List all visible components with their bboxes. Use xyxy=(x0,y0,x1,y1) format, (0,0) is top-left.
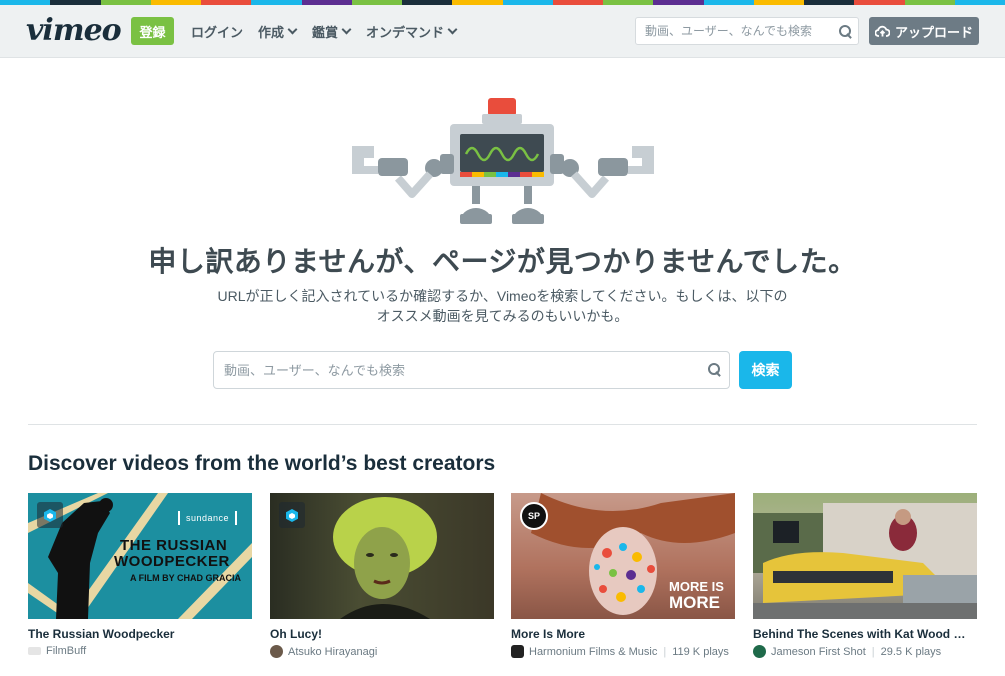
video-card[interactable]: Oh Lucy! Atsuko Hirayanagi xyxy=(270,493,494,658)
section-divider xyxy=(28,424,977,425)
upload-button[interactable]: アップロード xyxy=(869,17,979,45)
video-card[interactable]: MORE IS MORE SP More Is More Harmonium F… xyxy=(511,493,735,658)
video-card[interactable]: Behind The Scenes with Kat Wood @ J... J… xyxy=(753,493,977,658)
cloud-upload-icon xyxy=(874,25,890,37)
header-search-box xyxy=(635,17,859,45)
nav-watch-label: 鑑賞 xyxy=(312,24,339,40)
nav-watch[interactable]: 鑑賞 xyxy=(312,5,352,57)
staff-pick-badge xyxy=(37,502,63,528)
cube-icon xyxy=(286,508,298,522)
main-search-box xyxy=(213,351,730,389)
creator-avatar[interactable] xyxy=(753,645,766,658)
creator-avatar[interactable] xyxy=(28,647,41,655)
discover-heading: Discover videos from the world’s best cr… xyxy=(28,452,496,475)
cube-icon xyxy=(44,508,56,522)
header-search-input[interactable] xyxy=(636,18,826,44)
error-title: 申し訳ありませんが、ページが見つかりませんでした。 xyxy=(148,246,857,277)
robot-illustration xyxy=(352,98,654,224)
creator-name[interactable]: FilmBuff xyxy=(46,645,86,657)
video-title[interactable]: Behind The Scenes with Kat Wood @ J... xyxy=(753,627,977,641)
play-count: 29.5 K plays xyxy=(880,645,942,658)
search-button[interactable]: 検索 xyxy=(739,351,792,389)
thumbnail-title-line1: THE RUSSIAN xyxy=(120,537,228,554)
creator-avatar[interactable] xyxy=(511,645,524,658)
chevron-down-icon xyxy=(447,24,458,34)
thumbnail-title-line2: WOODPECKER xyxy=(114,553,230,570)
upload-label: アップロード xyxy=(894,24,973,40)
thumbnail-title-line1: MORE IS xyxy=(669,579,724,594)
chevron-down-icon xyxy=(341,24,352,34)
video-thumbnail[interactable]: sundance THE RUSSIAN WOODPECKER A FILM B… xyxy=(28,493,252,619)
thumbnail-sundance-logo: sundance xyxy=(178,511,238,525)
nav-on-demand-label: オンデマンド xyxy=(366,24,445,40)
nav-login-label: ログイン xyxy=(191,24,244,40)
staff-pick-seal: SP xyxy=(520,502,548,530)
creator-name[interactable]: Atsuko Hirayanagi xyxy=(288,646,377,658)
vimeo-logo[interactable]: vimeo xyxy=(26,13,122,48)
video-thumbnail[interactable] xyxy=(753,493,977,619)
creator-avatar[interactable] xyxy=(270,645,283,658)
top-header: vimeo 登録 ログイン 作成 鑑賞 オンデマンド アップロード xyxy=(0,5,1005,58)
video-title[interactable]: More Is More xyxy=(511,627,735,641)
video-meta: Harmonium Films & Music | 119 K plays xyxy=(511,645,735,658)
video-thumbnail[interactable] xyxy=(270,493,494,619)
creator-name[interactable]: Jameson First Shot xyxy=(771,646,866,658)
siren-light xyxy=(488,98,516,116)
nav-create-label: 作成 xyxy=(258,24,285,40)
video-meta: Jameson First Shot | 29.5 K plays xyxy=(753,645,977,658)
meta-separator: | xyxy=(871,645,875,658)
staff-pick-badge xyxy=(279,502,305,528)
nav-create[interactable]: 作成 xyxy=(258,5,298,57)
main-search-input[interactable] xyxy=(214,352,684,388)
video-thumbnail[interactable]: MORE IS MORE SP xyxy=(511,493,735,619)
creator-name[interactable]: Harmonium Films & Music xyxy=(529,646,657,658)
nav-on-demand[interactable]: オンデマンド xyxy=(366,5,458,57)
register-button[interactable]: 登録 xyxy=(131,17,174,45)
chevron-down-icon xyxy=(287,24,298,34)
play-count: 119 K plays xyxy=(672,645,729,658)
video-card-grid: sundance THE RUSSIAN WOODPECKER A FILM B… xyxy=(28,493,978,663)
video-title[interactable]: Oh Lucy! xyxy=(270,627,494,641)
thumbnail-title-line2: MORE xyxy=(669,593,720,612)
thumbnail-credit: A FILM BY CHAD GRACIA xyxy=(130,573,241,583)
error-subtitle-line2: オススメ動画を見てみるのもいいかも。 xyxy=(376,308,629,324)
seal-label: SP xyxy=(527,511,540,521)
error-subtitle-line1: URLが正しく記入されているか確認するか、Vimeoを検索してください。もしくは… xyxy=(217,288,788,304)
search-icon[interactable] xyxy=(839,25,853,39)
video-meta: Atsuko Hirayanagi xyxy=(270,645,494,658)
video-meta: FilmBuff xyxy=(28,645,252,657)
error-subtitle: URLが正しく記入されているか確認するか、Vimeoを検索してください。もしくは… xyxy=(0,286,1005,326)
video-title[interactable]: The Russian Woodpecker xyxy=(28,627,252,641)
search-icon[interactable] xyxy=(708,363,722,377)
nav-login[interactable]: ログイン xyxy=(191,5,243,57)
meta-separator: | xyxy=(663,645,667,658)
video-card[interactable]: sundance THE RUSSIAN WOODPECKER A FILM B… xyxy=(28,493,252,657)
